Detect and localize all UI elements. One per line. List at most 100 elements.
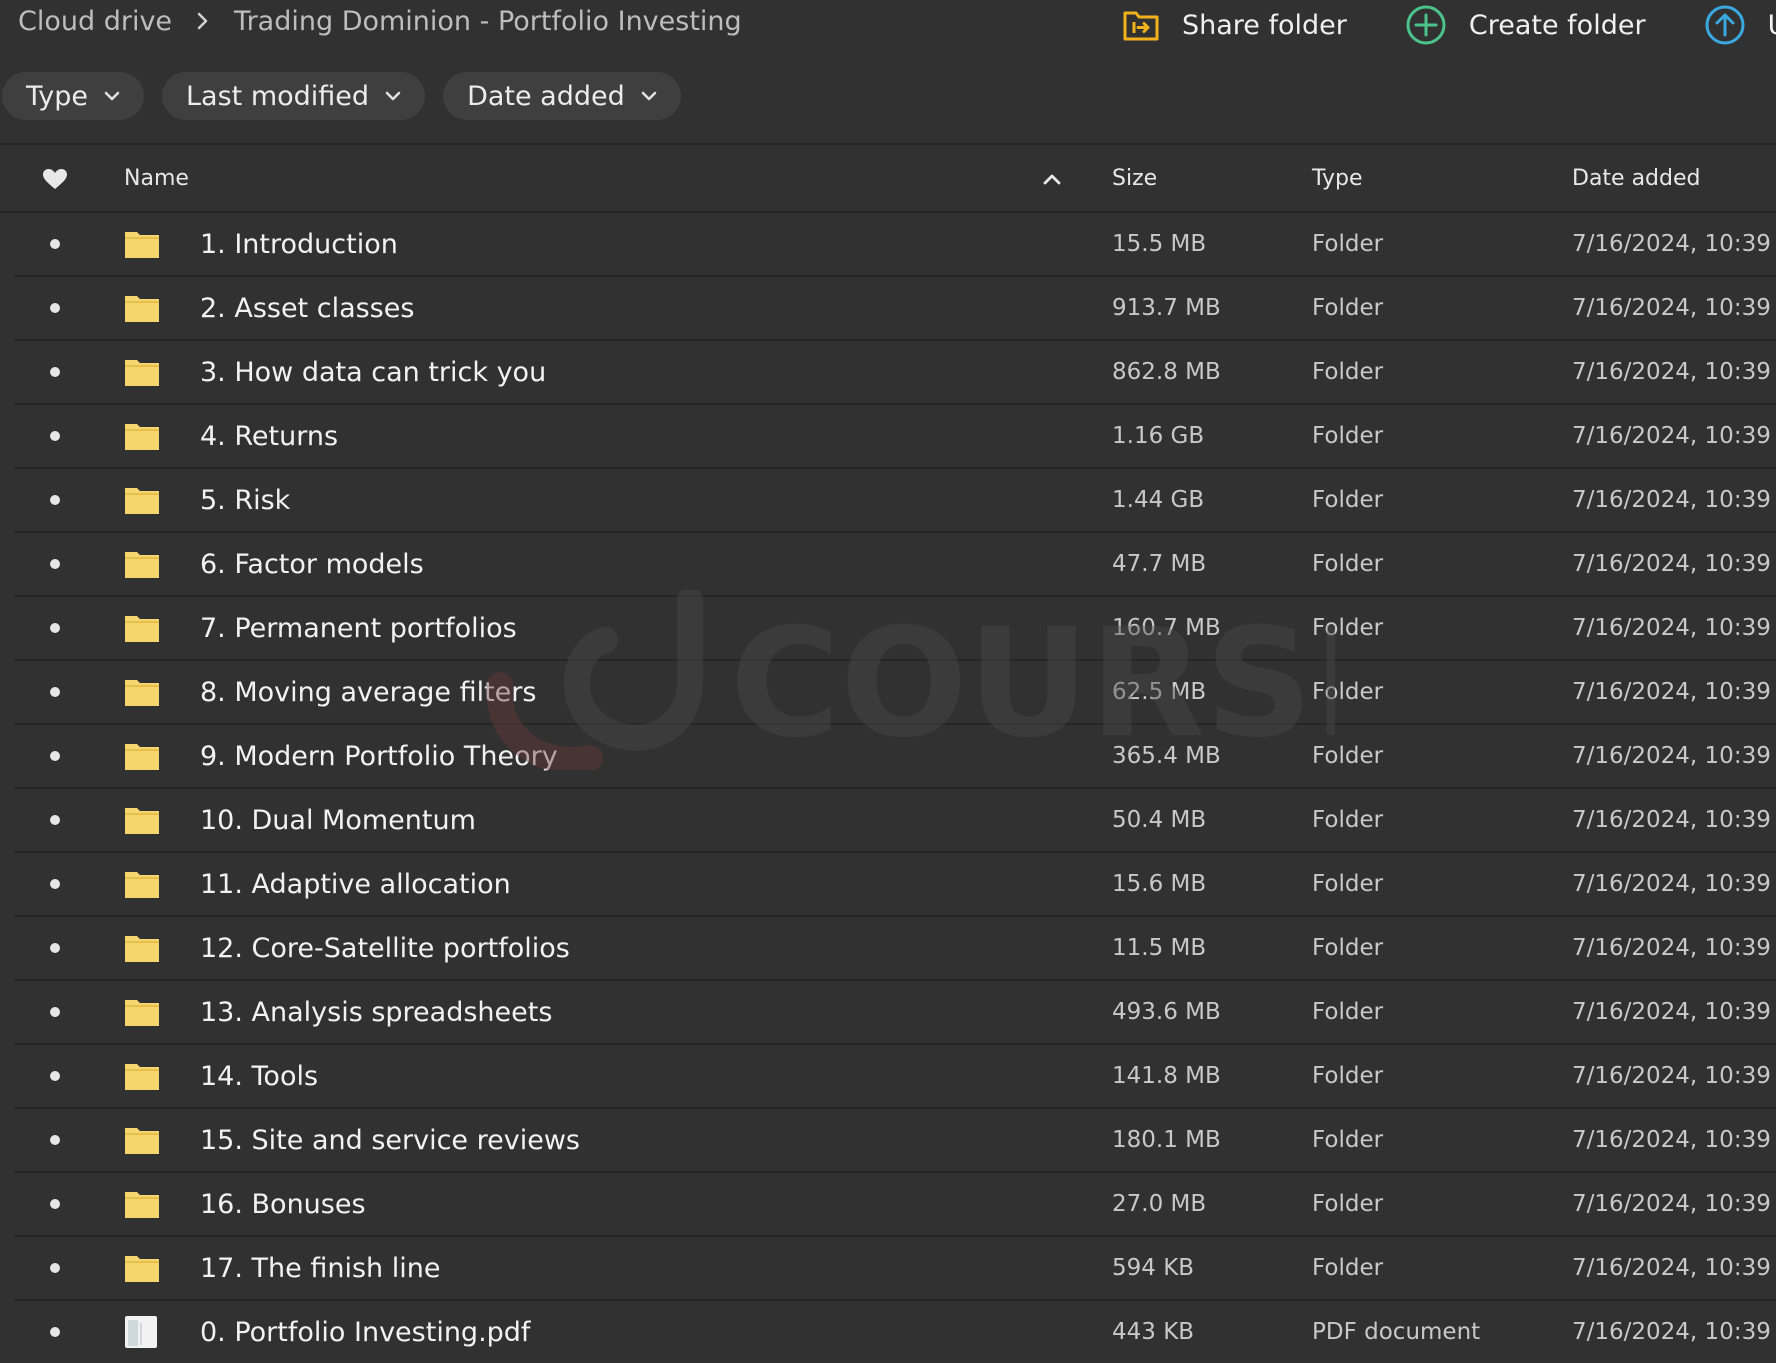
file-name[interactable]: 11. Adaptive allocation — [200, 853, 511, 915]
row-select-dot[interactable] — [50, 1301, 60, 1363]
row-select-dot[interactable] — [50, 341, 60, 403]
row-select-dot[interactable] — [50, 1109, 60, 1171]
date-added-column-header[interactable]: Date added — [1572, 144, 1701, 213]
file-name[interactable]: 15. Site and service reviews — [200, 1109, 580, 1171]
file-table: Name Size Type Date added 1. Introductio… — [0, 144, 1776, 1363]
file-type: Folder — [1312, 295, 1384, 321]
file-type: Folder — [1312, 423, 1384, 449]
row-select-dot[interactable] — [50, 661, 60, 723]
row-select-dot[interactable] — [50, 981, 60, 1043]
file-name[interactable]: 4. Returns — [200, 405, 338, 467]
share-folder-button[interactable]: Share folder — [1122, 7, 1347, 43]
file-name[interactable]: 1. Introduction — [200, 213, 398, 275]
folder-icon — [124, 725, 160, 787]
file-name[interactable]: 14. Tools — [200, 1045, 318, 1107]
file-date-added: 7/16/2024, 10:39 — [1572, 1319, 1771, 1345]
table-row[interactable]: 11. Adaptive allocation 15.6 MB Folder 7/16… — [14, 853, 1776, 917]
size-column-header[interactable]: Size — [1112, 144, 1157, 213]
table-row[interactable]: 9. Modern Portfolio Theory 365.4 MB Folder… — [14, 725, 1776, 789]
table-row[interactable]: 1. Introduction 15.5 MB Folder 7/16/2024, 1… — [14, 213, 1776, 277]
folder-icon — [124, 1237, 160, 1299]
folder-icon — [124, 277, 160, 339]
type-filter-dropdown[interactable]: Type — [2, 72, 145, 120]
file-name[interactable]: 0. Portfolio Investing.pdf — [200, 1301, 530, 1363]
table-row[interactable]: 8. Moving average filters 62.5 MB Folder 7/… — [14, 661, 1776, 725]
row-select-dot[interactable] — [50, 597, 60, 659]
file-type: PDF document — [1312, 1319, 1481, 1345]
upload-button[interactable]: Upl — [1704, 4, 1776, 46]
create-folder-button[interactable]: Create folder — [1405, 4, 1646, 46]
file-name[interactable]: 13. Analysis spreadsheets — [200, 981, 552, 1043]
pdf-file-icon — [124, 1301, 158, 1363]
name-column-header[interactable]: Name — [124, 144, 189, 213]
date-added-filter-dropdown[interactable]: Date added — [443, 72, 681, 120]
row-select-dot[interactable] — [50, 1045, 60, 1107]
file-type: Folder — [1312, 359, 1384, 385]
type-column-header[interactable]: Type — [1312, 144, 1363, 213]
table-row[interactable]: 7. Permanent portfolios 160.7 MB Folder 7/1… — [14, 597, 1776, 661]
file-name[interactable]: 10. Dual Momentum — [200, 789, 476, 851]
row-select-dot[interactable] — [50, 277, 60, 339]
file-name[interactable]: 2. Asset classes — [200, 277, 414, 339]
breadcrumb-current[interactable]: Trading Dominion - Portfolio Investing — [234, 6, 742, 37]
file-name[interactable]: 6. Factor models — [200, 533, 424, 595]
row-select-dot[interactable] — [50, 405, 60, 467]
row-select-dot[interactable] — [50, 917, 60, 979]
sort-ascending-icon[interactable] — [1043, 144, 1061, 213]
file-date-added: 7/16/2024, 10:39 — [1572, 487, 1771, 513]
table-row[interactable]: 17. The finish line 594 KB Folder 7/16/2024… — [14, 1237, 1776, 1301]
file-name[interactable]: 16. Bonuses — [200, 1173, 366, 1235]
row-select-dot[interactable] — [50, 1173, 60, 1235]
last-modified-filter-dropdown[interactable]: Last modified — [162, 72, 426, 120]
file-size: 862.8 MB — [1112, 359, 1221, 385]
table-row[interactable]: 6. Factor models 47.7 MB Folder 7/16/2024, … — [14, 533, 1776, 597]
file-name[interactable]: 7. Permanent portfolios — [200, 597, 517, 659]
row-select-dot[interactable] — [50, 789, 60, 851]
file-name[interactable]: 9. Modern Portfolio Theory — [200, 725, 558, 787]
file-size: 15.5 MB — [1112, 231, 1207, 257]
file-size: 27.0 MB — [1112, 1191, 1207, 1217]
table-row[interactable]: 10. Dual Momentum 50.4 MB Folder 7/16/2024,… — [14, 789, 1776, 853]
table-row[interactable]: 12. Core-Satellite portfolios 11.5 MB Fold… — [14, 917, 1776, 981]
row-select-dot[interactable] — [50, 853, 60, 915]
file-name[interactable]: 12. Core-Satellite portfolios — [200, 917, 570, 979]
chevron-down-icon — [104, 91, 120, 101]
breadcrumb-chevron-icon — [196, 8, 210, 36]
row-select-dot[interactable] — [50, 725, 60, 787]
file-name[interactable]: 17. The finish line — [200, 1237, 440, 1299]
file-date-added: 7/16/2024, 10:39 — [1572, 231, 1771, 257]
heart-icon — [43, 168, 67, 189]
row-select-dot[interactable] — [50, 213, 60, 275]
favourite-column-header[interactable] — [42, 144, 68, 213]
table-row[interactable]: 4. Returns 1.16 GB Folder 7/16/2024, 10:39 — [14, 405, 1776, 469]
table-row[interactable]: 3. How data can trick you 862.8 MB Folder 7… — [14, 341, 1776, 405]
table-row[interactable]: 5. Risk 1.44 GB Folder 7/16/2024, 10:39 — [14, 469, 1776, 533]
file-name[interactable]: 8. Moving average filters — [200, 661, 536, 723]
table-row[interactable]: 13. Analysis spreadsheets 493.6 MB Folder 7… — [14, 981, 1776, 1045]
file-size: 160.7 MB — [1112, 615, 1221, 641]
file-size: 1.16 GB — [1112, 423, 1205, 449]
file-type: Folder — [1312, 1191, 1384, 1217]
upload-label: Upl — [1768, 10, 1776, 41]
folder-icon — [124, 981, 160, 1043]
file-type: Folder — [1312, 487, 1384, 513]
table-row[interactable]: 0. Portfolio Investing.pdf 443 KB PDF docu… — [14, 1301, 1776, 1363]
file-type: Folder — [1312, 871, 1384, 897]
table-row[interactable]: 2. Asset classes 913.7 MB Folder 7/16/2024,… — [14, 277, 1776, 341]
file-date-added: 7/16/2024, 10:39 — [1572, 423, 1771, 449]
last-modified-filter-label: Last modified — [186, 80, 370, 112]
file-date-added: 7/16/2024, 10:39 — [1572, 999, 1771, 1025]
breadcrumb-root[interactable]: Cloud drive — [18, 6, 172, 37]
row-select-dot[interactable] — [50, 1237, 60, 1299]
table-row[interactable]: 16. Bonuses 27.0 MB Folder 7/16/2024, 10:39 — [14, 1173, 1776, 1237]
row-select-dot[interactable] — [50, 533, 60, 595]
table-row[interactable]: 15. Site and service reviews 180.1 MB Fold… — [14, 1109, 1776, 1173]
file-name[interactable]: 5. Risk — [200, 469, 290, 531]
folder-icon — [124, 1109, 160, 1171]
table-header: Name Size Type Date added — [0, 144, 1776, 213]
table-row[interactable]: 14. Tools 141.8 MB Folder 7/16/2024, 10:39 — [14, 1045, 1776, 1109]
row-select-dot[interactable] — [50, 469, 60, 531]
file-date-added: 7/16/2024, 10:39 — [1572, 1255, 1771, 1281]
file-name[interactable]: 3. How data can trick you — [200, 341, 546, 403]
file-rows: 1. Introduction 15.5 MB Folder 7/16/2024, 1… — [0, 213, 1776, 1363]
